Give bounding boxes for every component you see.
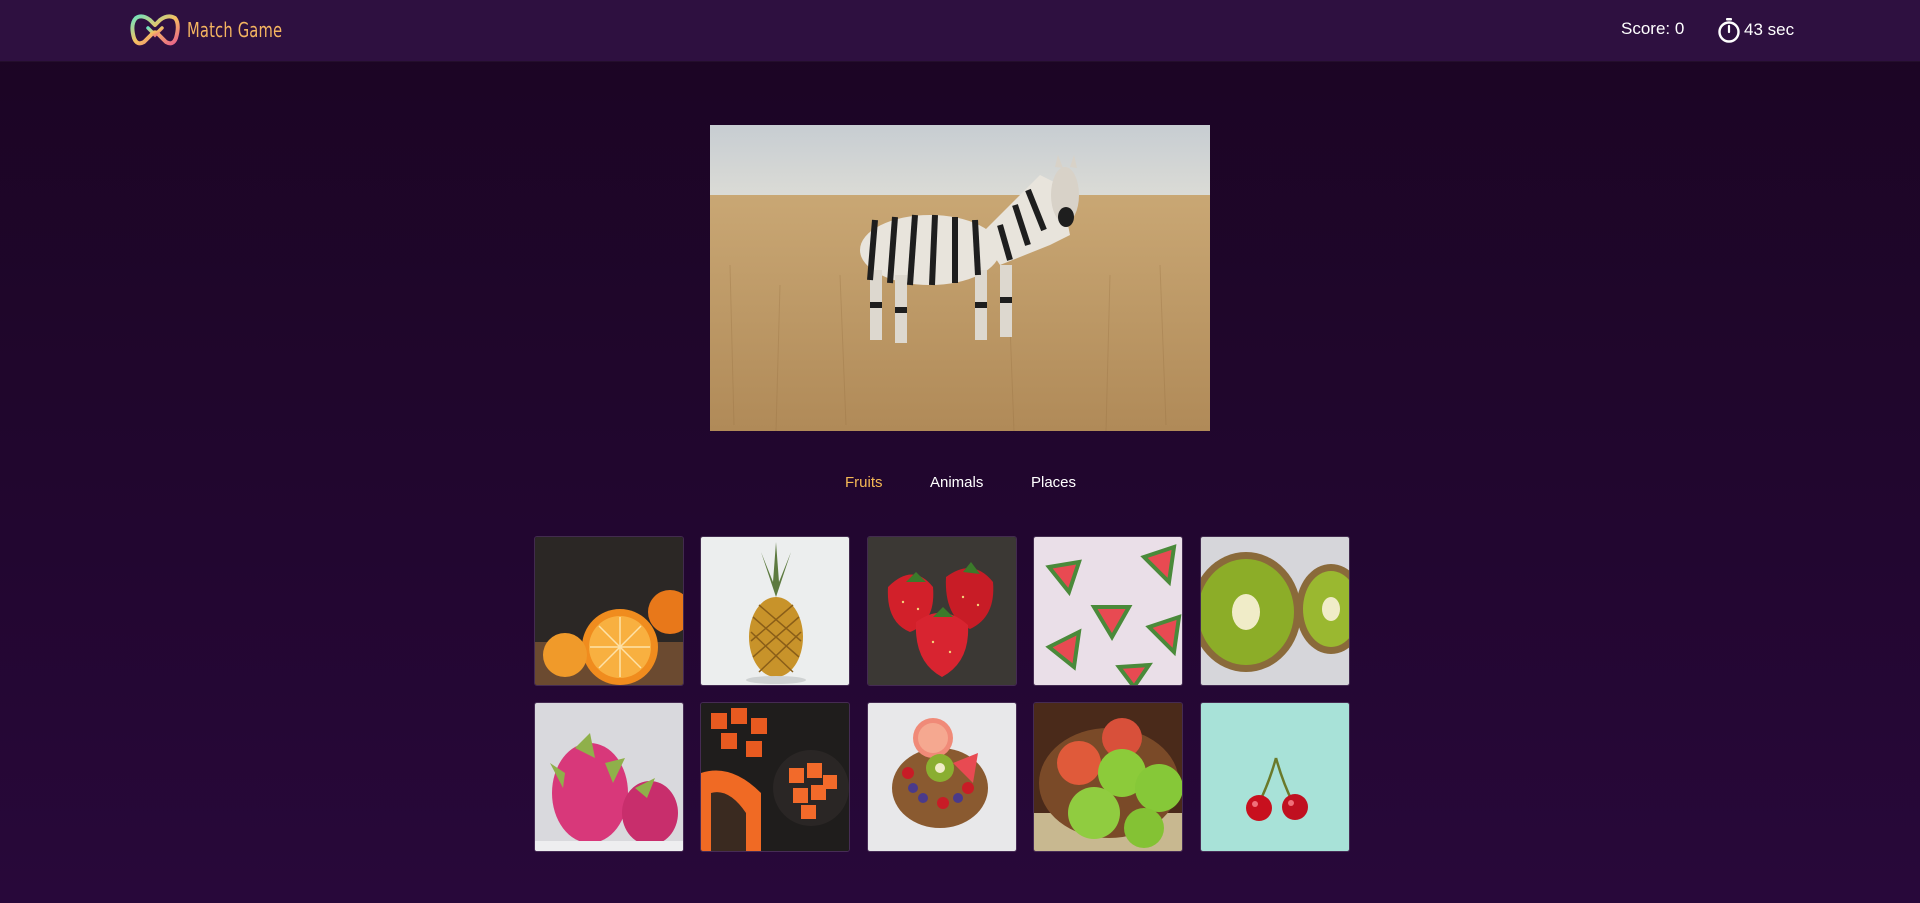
card-pineapple[interactable] <box>700 536 850 686</box>
cherry-photo <box>1201 703 1349 851</box>
score-display: Score: 0 <box>1621 19 1685 38</box>
fruit-bowl-photo <box>868 703 1016 851</box>
tab-fruits[interactable]: Fruits <box>845 474 883 491</box>
card-fruit-bowl[interactable] <box>867 702 1017 852</box>
dragon-fruit-photo <box>535 703 683 851</box>
card-strawberry[interactable] <box>867 536 1017 686</box>
papaya-photo <box>701 703 849 851</box>
watermelon-photo <box>1034 537 1182 685</box>
category-tabs: Fruits Animals Places <box>0 474 1920 494</box>
card-cherry[interactable] <box>1200 702 1350 852</box>
card-papaya[interactable] <box>700 702 850 852</box>
apple-photo <box>1034 703 1182 851</box>
gamepad-logo-icon <box>130 14 180 46</box>
navbar: Match Game Score: 0 43 sec <box>0 0 1920 61</box>
timer-value: 43 sec <box>1744 20 1795 39</box>
card-kiwi[interactable] <box>1200 536 1350 686</box>
target-image <box>710 125 1210 431</box>
pineapple-photo <box>701 537 849 685</box>
card-watermelon[interactable] <box>1033 536 1183 686</box>
zebra-photo <box>710 125 1210 431</box>
kiwi-photo <box>1201 537 1349 685</box>
timer: 43 sec <box>1716 16 1794 44</box>
card-orange[interactable] <box>534 536 684 686</box>
tab-places[interactable]: Places <box>1031 474 1076 491</box>
tab-animals[interactable]: Animals <box>930 474 983 491</box>
stopwatch-icon <box>1718 18 1740 43</box>
orange-photo <box>535 537 683 685</box>
strawberry-photo <box>868 537 1016 685</box>
app-logo[interactable]: Match Game <box>128 10 303 50</box>
card-dragon-fruit[interactable] <box>534 702 684 852</box>
app-title: Match Game <box>187 18 283 42</box>
card-apple[interactable] <box>1033 702 1183 852</box>
